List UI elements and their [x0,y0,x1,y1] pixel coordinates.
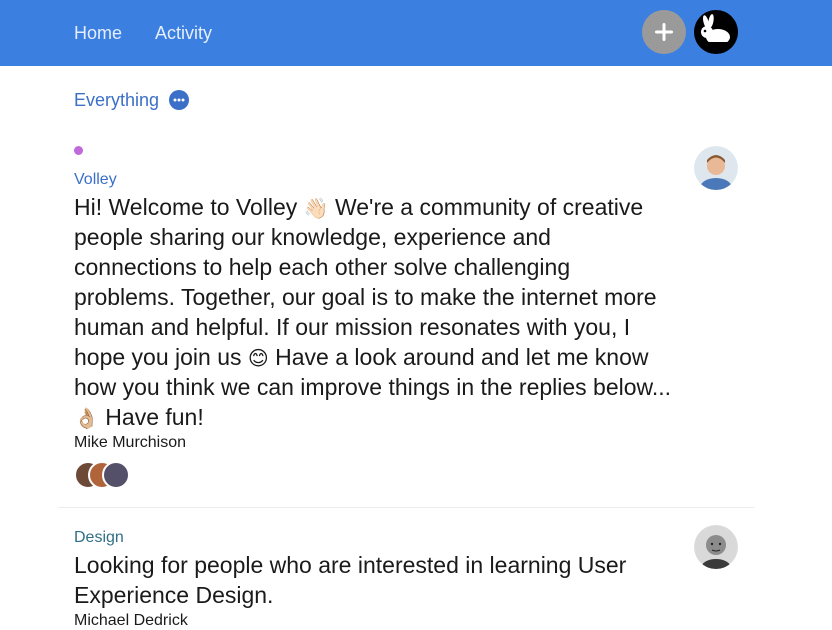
post-author[interactable]: Michael Dedrick [74,611,188,630]
nav-home-link[interactable]: Home [74,22,122,44]
plus-icon [655,23,673,41]
feed-post[interactable]: Volley Hi! Welcome to Volley 👋🏻 We're a … [58,140,754,508]
reply-avatars [74,461,144,491]
post-text-segment: Have fun! [98,404,204,430]
author-avatar[interactable] [694,146,738,190]
post-author[interactable]: Mike Murchison [74,433,186,453]
post-category[interactable]: Volley [74,170,117,190]
smiling-face-emoji: 😊 [247,346,269,370]
author-photo [694,146,738,190]
post-text-segment: Hi! Welcome to Volley [74,194,304,220]
filter-more-button[interactable] [169,90,190,110]
replier-avatar[interactable] [102,461,130,489]
post-text[interactable]: Hi! Welcome to Volley 👋🏻 We're a communi… [74,192,674,432]
new-post-button[interactable] [642,10,686,54]
post-category[interactable]: Design [74,528,124,548]
unread-indicator [74,146,83,155]
top-navigation-bar: Home Activity [0,0,832,66]
ellipsis-icon [173,98,185,102]
ok-hand-emoji: 👌🏼 [74,406,99,430]
rabbit-icon [695,11,737,53]
post-text[interactable]: Looking for people who are interested in… [74,550,674,610]
waving-hand-emoji: 👋🏻 [303,196,329,220]
author-photo [694,525,738,569]
filter-everything-label[interactable]: Everything [74,89,159,111]
feed-filter: Everything [74,88,190,112]
user-avatar[interactable] [694,10,738,54]
feed-post[interactable]: Design Looking for people who are intere… [58,509,754,630]
author-avatar[interactable] [694,525,738,569]
nav-activity-link[interactable]: Activity [155,22,212,44]
